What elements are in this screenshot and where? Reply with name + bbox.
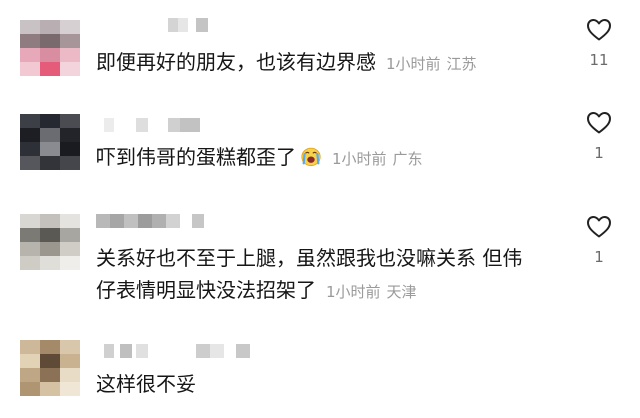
like-count: 1 (594, 144, 604, 162)
heart-outline-icon[interactable] (586, 18, 612, 42)
comment-body-line2-wrap: 仔表情明显快没法招架了 1小时前 天津 (96, 274, 522, 308)
comment-location: 广东 (392, 150, 423, 168)
comment-time: 1小时前 (332, 150, 387, 168)
comment-item: 这样很不妥 (0, 328, 640, 418)
like-button[interactable]: 1 (584, 111, 614, 162)
heart-outline-icon[interactable] (586, 215, 612, 239)
comment-meta: 1小时前 广东 (332, 150, 423, 168)
crying-face-icon (301, 147, 321, 167)
comment-item: 关系好也不至于上腿，虽然跟我也没嘛关系 但伟 仔表情明显快没法招架了 1小时前 天津… (0, 200, 640, 328)
comment-text: 即便再好的朋友，也该有边界感 1小时前 江苏 (96, 46, 477, 80)
comment-meta: 1小时前 江苏 (386, 55, 477, 73)
comment-location: 天津 (386, 283, 417, 301)
comment-location: 江苏 (446, 55, 477, 73)
comment-item: 即便再好的朋友，也该有边界感 1小时前 江苏 11 (0, 0, 640, 100)
avatar[interactable] (20, 114, 80, 170)
comment-time: 1小时前 (326, 283, 381, 301)
comment-body: 即便再好的朋友，也该有边界感 (96, 50, 376, 74)
heart-outline-icon[interactable] (586, 111, 612, 135)
like-count: 11 (589, 51, 609, 69)
avatar[interactable] (20, 20, 80, 76)
avatar[interactable] (20, 340, 80, 396)
like-button[interactable]: 11 (584, 18, 614, 69)
like-count: 1 (594, 248, 604, 266)
comment-body: 吓到伟哥的蛋糕都歪了 (96, 145, 296, 169)
comment-text: 这样很不妥 (96, 368, 196, 400)
like-button[interactable]: 1 (584, 215, 614, 266)
comment-body: 这样很不妥 (96, 372, 196, 396)
comment-item: 吓到伟哥的蛋糕都歪了 1小时前 广东 1 (0, 100, 640, 200)
comment-text: 关系好也不至于上腿，虽然跟我也没嘛关系 但伟 仔表情明显快没法招架了 1小时前 天津 (96, 242, 522, 308)
comment-body-line2: 仔表情明显快没法招架了 (96, 278, 316, 302)
comment-meta: 1小时前 天津 (326, 283, 417, 301)
avatar[interactable] (20, 214, 80, 270)
comment-body-line1: 关系好也不至于上腿，虽然跟我也没嘛关系 但伟 (96, 246, 523, 270)
comment-time: 1小时前 (386, 55, 441, 73)
comment-text: 吓到伟哥的蛋糕都歪了 1小时前 广东 (96, 141, 423, 175)
